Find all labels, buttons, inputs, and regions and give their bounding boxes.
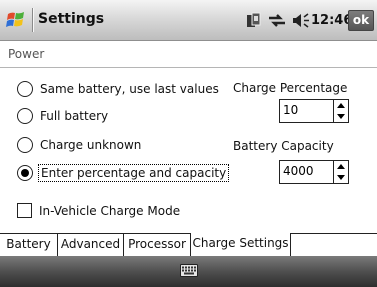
battery-capacity-spinner[interactable]: [279, 160, 349, 184]
header-divider: [0, 67, 377, 68]
windows-start-icon[interactable]: [5, 9, 27, 31]
tab-processor[interactable]: Processor: [124, 234, 191, 256]
radio-button[interactable]: [17, 81, 33, 97]
radio-label: Full battery: [40, 109, 109, 123]
radio-button[interactable]: [17, 137, 33, 153]
charge-percentage-label: Charge Percentage: [233, 81, 348, 95]
arrow-up-icon: [337, 164, 345, 169]
radio-label: Charge unknown: [40, 138, 142, 152]
spinner-buttons: [333, 161, 348, 183]
title-bar: Settings 12:46 ok: [0, 0, 377, 41]
radio-button-selected[interactable]: [17, 165, 33, 181]
charge-percentage-spinner[interactable]: [279, 99, 349, 123]
tab-battery[interactable]: Battery: [0, 234, 58, 256]
ok-button[interactable]: ok: [348, 10, 374, 31]
radio-label: Same battery, use last values: [40, 82, 219, 96]
radio-label: Enter percentage and capacity: [38, 164, 230, 182]
in-vehicle-charge-mode-checkbox[interactable]: [17, 203, 32, 218]
tab-charge-settings[interactable]: Charge Settings: [191, 233, 291, 256]
clock[interactable]: 12:46: [311, 13, 352, 28]
page-title: Power: [8, 47, 45, 61]
charge-percentage-input[interactable]: [280, 100, 331, 120]
in-vehicle-charge-mode-option[interactable]: In-Vehicle Charge Mode: [17, 203, 180, 218]
volume-icon[interactable]: [292, 12, 310, 29]
radio-button[interactable]: [17, 108, 33, 124]
title-separator: [32, 8, 33, 32]
spinner-buttons: [333, 100, 348, 122]
checkbox-label: In-Vehicle Charge Mode: [39, 203, 181, 218]
signal-icon[interactable]: [267, 12, 287, 29]
radio-option-full-battery[interactable]: Full battery: [17, 105, 110, 127]
radio-option-same-battery[interactable]: Same battery, use last values: [17, 78, 221, 100]
app-title: Settings: [38, 11, 105, 27]
spin-down-button[interactable]: [334, 111, 348, 122]
keyboard-icon[interactable]: [180, 264, 198, 277]
radio-option-charge-unknown[interactable]: Charge unknown: [17, 134, 143, 156]
spin-down-button[interactable]: [334, 172, 348, 183]
sync-icon[interactable]: [246, 12, 261, 29]
battery-capacity-label: Battery Capacity: [233, 139, 334, 153]
arrow-up-icon: [337, 103, 345, 108]
tab-bar: Battery Advanced Processor Charge Settin…: [0, 233, 377, 257]
radio-option-enter-percentage[interactable]: Enter percentage and capacity: [17, 162, 230, 184]
battery-capacity-input[interactable]: [280, 161, 331, 181]
arrow-down-icon: [337, 175, 345, 180]
tab-advanced[interactable]: Advanced: [58, 234, 124, 256]
arrow-down-icon: [337, 114, 345, 119]
